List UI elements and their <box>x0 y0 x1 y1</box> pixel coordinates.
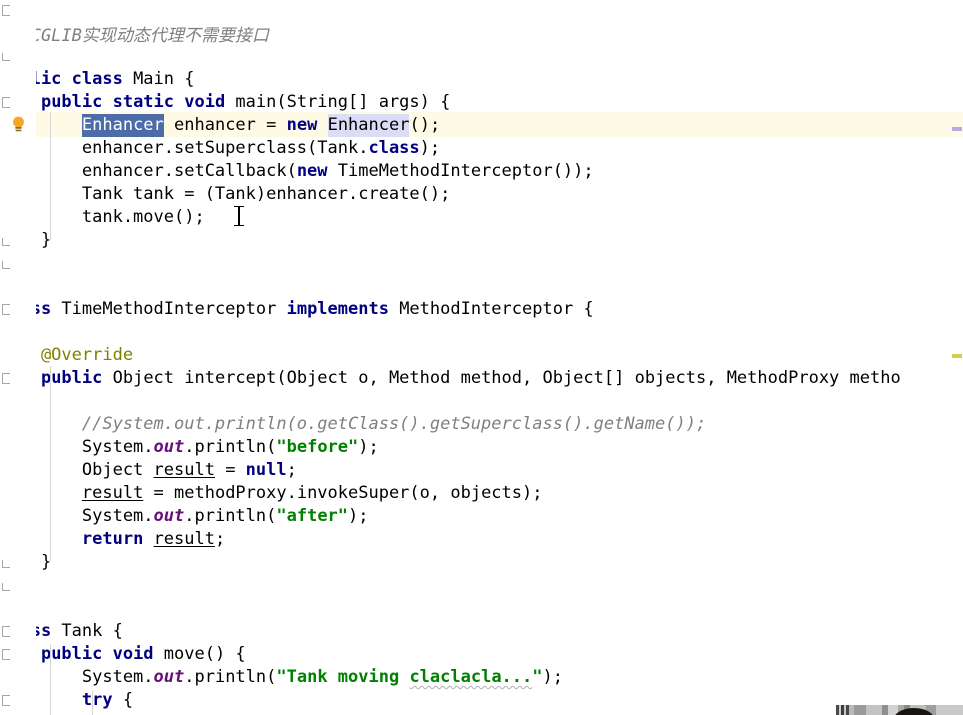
code-token: ); <box>348 506 369 526</box>
code-token: new <box>296 161 328 181</box>
code-token: ); <box>358 437 379 457</box>
code-line[interactable]: enhancer.setSuperclass(Tank.class); <box>0 137 440 160</box>
code-token: ; <box>286 460 297 480</box>
code-token: TimeMethodInterceptor <box>51 299 287 319</box>
code-token: TimeMethodInterceptor()); <box>327 161 594 181</box>
code-token: //System.out.println(o.getClass().getSup… <box>0 414 707 434</box>
code-token: try <box>81 690 113 710</box>
code-fold-marker[interactable] <box>0 372 11 384</box>
code-line[interactable]: class TimeMethodInterceptor implements M… <box>0 298 594 321</box>
identifier-occurrence-marker[interactable] <box>952 127 962 131</box>
indent-guide <box>92 690 93 715</box>
code-token: .println( <box>184 667 277 687</box>
code-token: { <box>112 690 134 710</box>
code-token: .println( <box>184 437 277 457</box>
code-token: enhancer.setCallback( <box>0 161 297 181</box>
code-fold-marker[interactable] <box>0 4 11 16</box>
code-line[interactable]: //System.out.println(o.getClass().getSup… <box>0 413 706 436</box>
code-token: result <box>153 529 215 549</box>
code-token: ); <box>419 138 441 158</box>
code-token: Object intercept(Object o, Method method… <box>102 368 901 388</box>
code-token: .println( <box>184 506 277 526</box>
code-token: out <box>153 667 185 687</box>
code-token: new <box>286 115 318 135</box>
code-line[interactable]: System.out.println("before"); <box>0 436 379 459</box>
warning-marker[interactable] <box>952 354 962 358</box>
code-token: MethodInterceptor { <box>388 299 594 319</box>
code-token: out <box>153 437 185 457</box>
code-token: implements <box>286 299 389 319</box>
indent-guide <box>50 644 51 715</box>
code-fold-marker[interactable] <box>0 648 11 660</box>
code-line[interactable]: * CGLIB实现动态代理不需要接口 <box>0 25 269 48</box>
code-line[interactable]: System.out.println("after"); <box>0 505 369 528</box>
editor-gutter[interactable] <box>0 0 36 715</box>
code-token: Tank tank = (Tank)enhancer.create(); <box>0 184 451 204</box>
code-token: "Tank moving <box>276 667 410 687</box>
code-token: main(String[] args) { <box>225 92 451 112</box>
code-line[interactable]: Tank tank = (Tank)enhancer.create(); <box>0 183 450 206</box>
code-token: ; <box>214 529 226 549</box>
code-token: public static void <box>40 92 226 112</box>
code-token: * CGLIB实现动态代理不需要接口 <box>0 26 269 46</box>
code-token: move() { <box>153 644 246 664</box>
code-fold-marker[interactable] <box>0 50 11 61</box>
editor-marker-stripe[interactable] <box>951 0 963 715</box>
code-fold-marker[interactable] <box>0 557 11 568</box>
code-token: Tank { <box>51 621 123 641</box>
code-token: Enhancer <box>81 114 164 137</box>
code-token: ); <box>542 667 563 687</box>
code-token: public void <box>40 644 154 664</box>
indent-guide <box>50 112 51 240</box>
code-line[interactable]: Object result = null; <box>0 459 297 482</box>
webcam-top-mask <box>836 699 963 705</box>
code-fold-marker[interactable] <box>0 625 11 637</box>
code-token: Main { <box>122 69 195 89</box>
code-token: return <box>81 529 144 549</box>
code-token: Enhancer <box>327 114 410 137</box>
code-token: class <box>368 138 420 158</box>
code-line[interactable]: System.out.println("Tank moving claclacl… <box>0 666 563 689</box>
code-token: "after" <box>276 506 349 526</box>
indent-guide <box>50 366 51 561</box>
code-token: (); <box>409 115 441 135</box>
code-fold-marker[interactable] <box>0 96 11 108</box>
code-line[interactable]: enhancer.setCallback(new TimeMethodInter… <box>0 160 594 183</box>
code-line[interactable]: Enhancer enhancer = new Enhancer(); <box>0 114 440 137</box>
code-token: null <box>245 460 287 480</box>
code-editor[interactable]: /** * CGLIB实现动态代理不需要接口 */public class Ma… <box>0 0 963 715</box>
code-line[interactable]: public Object intercept(Object o, Method… <box>0 367 901 390</box>
webcam-video-overlay[interactable] <box>836 699 963 715</box>
code-token: " <box>532 667 543 687</box>
code-fold-marker[interactable] <box>0 580 11 591</box>
code-token: out <box>153 506 185 526</box>
code-fold-marker[interactable] <box>0 258 11 269</box>
code-token: enhancer.setSuperclass(Tank. <box>0 138 369 158</box>
code-fold-marker[interactable] <box>0 235 11 246</box>
code-fold-marker[interactable] <box>0 303 11 315</box>
code-token: claclacla... <box>409 667 533 687</box>
code-line[interactable]: public static void main(String[] args) { <box>0 91 450 114</box>
code-token: "before" <box>276 437 359 457</box>
lightbulb-icon[interactable] <box>11 116 26 133</box>
code-token: = methodProxy.invokeSuper(o, objects); <box>143 483 543 503</box>
code-text-area[interactable]: /** * CGLIB实现动态代理不需要接口 */public class Ma… <box>0 0 963 715</box>
code-line[interactable]: public void move() { <box>0 643 246 666</box>
code-token: result <box>153 460 215 480</box>
code-token: enhancer = <box>163 115 287 135</box>
i-beam-cursor <box>234 206 244 226</box>
code-line[interactable]: result = methodProxy.invokeSuper(o, obje… <box>0 482 543 505</box>
code-token: result <box>81 483 144 503</box>
code-fold-marker[interactable] <box>0 694 11 706</box>
code-token: = <box>214 460 246 480</box>
